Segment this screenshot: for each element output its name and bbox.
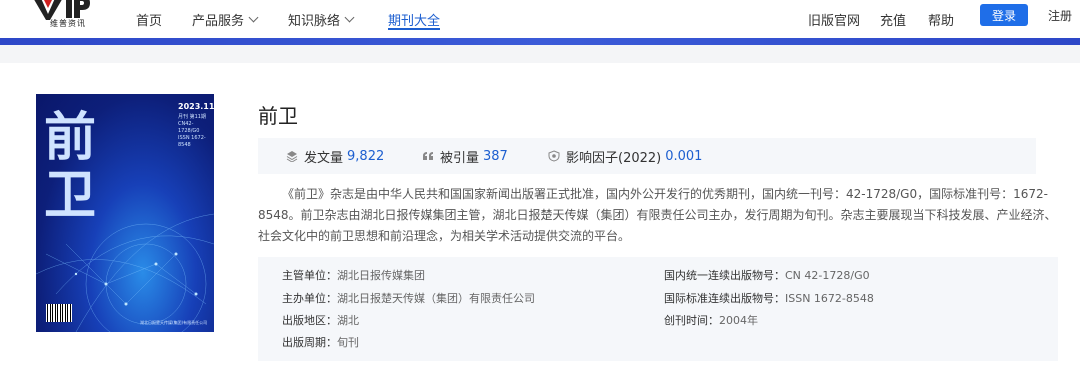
journal-info-panel: 主管单位：湖北日报传媒集团 主办单位：湖北日报楚天传媒（集团）有限责任公司 出版…: [258, 257, 1058, 361]
vip-logo[interactable]: 维普资讯: [30, 0, 92, 30]
register-link[interactable]: 注册: [1048, 0, 1072, 34]
vip-logo-mark: [34, 0, 90, 20]
info-founded-label: 创刊时间：: [664, 314, 719, 327]
cover-barcode: [46, 304, 72, 322]
old-site-label: 旧版官网: [808, 13, 861, 29]
nav-products-label: 产品服务: [192, 13, 245, 29]
top-navbar: 维普资讯 首页 产品服务 知识脉络 期刊大全 旧版官网 充值 帮助 登录 注册: [0, 0, 1080, 38]
info-sponsor: 主办单位：湖北日报楚天传媒（集团）有限责任公司: [282, 290, 535, 306]
info-supervisor: 主管单位：湖北日报传媒集团: [282, 267, 425, 283]
chevron-down-icon: [248, 12, 259, 22]
cover-info-text: 月刊 第11期 CN42-1728/G0 ISSN 1672-8548: [178, 114, 206, 148]
info-region-label: 出版地区：: [282, 314, 337, 327]
login-button[interactable]: 登录: [980, 4, 1028, 26]
nav-knowledge[interactable]: 知识脉络: [288, 0, 355, 38]
recharge-link[interactable]: 充值: [880, 0, 906, 38]
info-founded-value: 2004年: [719, 314, 758, 327]
help-label: 帮助: [928, 13, 955, 29]
stat-citations-label: 被引量: [440, 150, 480, 166]
stat-citations: 被引量 387: [422, 138, 508, 174]
info-issn-value: ISSN 1672-8548: [785, 292, 874, 305]
recharge-label: 充值: [880, 13, 907, 29]
stat-citations-value: 387: [483, 148, 508, 164]
stat-impact-factor: 影响因子(2022) 0.001: [548, 138, 702, 174]
info-frequency-value: 旬刊: [337, 336, 359, 349]
cover-footer-text: 湖北日报楚天传媒(集团)有限责任公司: [140, 320, 208, 325]
info-cn-label: 国内统一连续出版物号：: [664, 269, 785, 282]
nav-knowledge-label: 知识脉络: [288, 13, 341, 29]
info-founded: 创刊时间：2004年: [664, 312, 758, 328]
stat-impact-value: 0.001: [665, 148, 703, 164]
info-cn-number: 国内统一连续出版物号：CN 42-1728/G0: [664, 267, 870, 283]
stats-bar: 发文量 9,822 被引量 387 影响因子(2022) 0.001: [258, 138, 1036, 174]
nav-home[interactable]: 首页: [136, 0, 162, 38]
stat-articles-label: 发文量: [304, 150, 344, 166]
info-supervisor-label: 主管单位：: [282, 269, 337, 282]
info-sponsor-value: 湖北日报楚天传媒（集团）有限责任公司: [337, 292, 535, 305]
header-banner-strip: [0, 38, 1080, 45]
nav-journals[interactable]: 期刊大全: [388, 0, 441, 38]
nav-products[interactable]: 产品服务: [192, 0, 259, 38]
nav-home-label: 首页: [136, 13, 163, 29]
logo-subtext: 维普资讯: [50, 19, 86, 28]
register-label: 注册: [1048, 8, 1073, 23]
stat-articles: 发文量 9,822: [286, 138, 384, 174]
journal-cover-image[interactable]: 前 卫 2023.11 月刊 第11期 CN42-1728/G0 ISSN 16…: [36, 94, 214, 332]
quote-icon: [423, 152, 433, 160]
old-site-link[interactable]: 旧版官网: [808, 0, 860, 38]
info-frequency-label: 出版周期：: [282, 336, 337, 349]
cover-issue-date: 2023.11: [178, 102, 214, 111]
help-link[interactable]: 帮助: [928, 0, 954, 38]
info-region: 出版地区：湖北: [282, 312, 359, 328]
info-frequency: 出版周期：旬刊: [282, 334, 359, 350]
info-issn-label: 国际标准连续出版物号：: [664, 292, 785, 305]
info-issn-number: 国际标准连续出版物号：ISSN 1672-8548: [664, 290, 874, 306]
cover-title-char-2: 卫: [44, 165, 97, 226]
chevron-down-icon: [344, 12, 355, 22]
info-region-value: 湖北: [337, 314, 359, 327]
shield-icon: [548, 150, 560, 162]
cover-title-char-1: 前: [44, 107, 97, 168]
stat-articles-value: 9,822: [347, 148, 385, 164]
info-cn-value: CN 42-1728/G0: [785, 269, 870, 282]
stat-impact-label: 影响因子(2022): [566, 150, 662, 166]
journal-description: 《前卫》杂志是由中华人民共和国国家新闻出版署正式批准，国内外公开发行的优秀期刊，…: [258, 187, 1057, 243]
stack-icon: [286, 151, 298, 162]
journal-title: 前卫: [258, 104, 298, 128]
info-supervisor-value: 湖北日报传媒集团: [337, 269, 425, 282]
info-sponsor-label: 主办单位：: [282, 292, 337, 305]
nav-journals-label: 期刊大全: [388, 13, 441, 29]
